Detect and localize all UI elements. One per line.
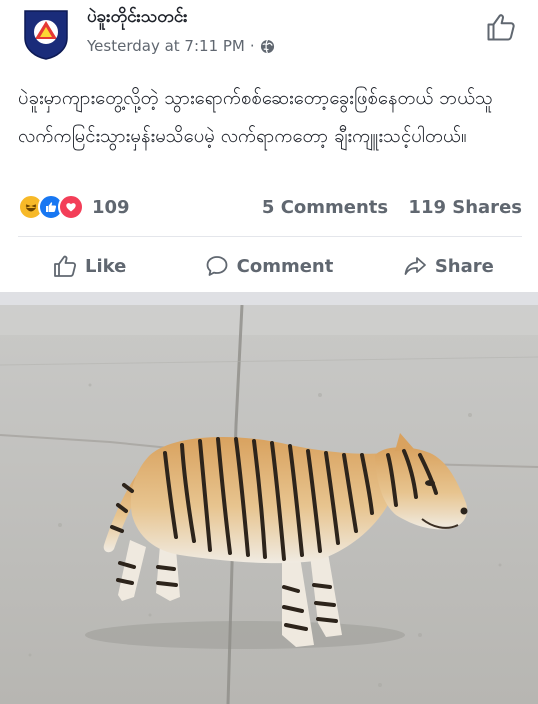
comment-label: Comment [236,255,334,277]
engagement-counts: 5 Comments 119 Shares [248,197,522,218]
like-label: Like [84,255,127,277]
shares-count[interactable]: 119 Shares [408,197,522,218]
share-label: Share [434,255,494,277]
thumbs-up-icon[interactable] [486,12,516,42]
tiger-painted-dog-image [0,305,538,704]
action-bar: Like Comment Share [0,244,538,288]
comment-button[interactable]: Comment [179,244,358,288]
post-header: ပဲခူးတိုင်းသတင်း Yesterday at 7:11 PM · [0,0,538,70]
share-icon [404,257,426,275]
post-timestamp[interactable]: Yesterday at 7:11 PM [87,37,245,55]
page-avatar[interactable] [22,8,70,60]
comment-icon [206,256,228,276]
reaction-count[interactable]: 109 [92,197,130,218]
section-separator [0,292,538,306]
page-name[interactable]: ပဲခူးတိုင်းသတင်း [87,6,188,31]
post-text: ပဲခူးမှာကျားတွေ့လို့တဲ့ သွားရောက်စစ်ဆေးတ… [18,88,494,147]
reaction-icons[interactable] [18,194,84,220]
post-meta: Yesterday at 7:11 PM · [87,37,275,55]
thumbs-up-icon [54,255,77,277]
like-button[interactable]: Like [0,244,179,288]
share-button[interactable]: Share [359,244,538,288]
love-icon [58,194,84,220]
post-photo[interactable] [0,305,538,704]
meta-separator: · [249,37,255,55]
reactions-bar: 109 5 Comments 119 Shares [18,192,522,222]
globe-icon [260,39,274,53]
comments-count[interactable]: 5 Comments [262,197,388,218]
divider [18,236,522,237]
